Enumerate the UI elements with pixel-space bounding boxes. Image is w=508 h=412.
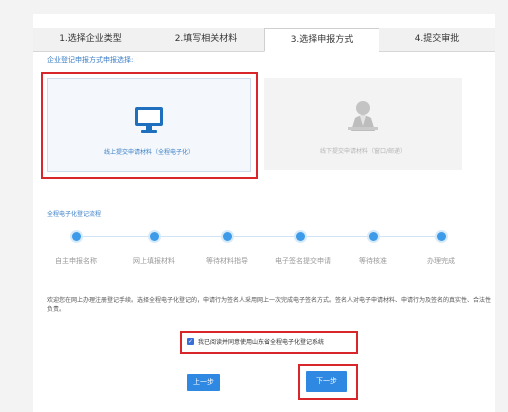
flow-step-dot [150,232,159,241]
flow-step-label: 等待核准 [359,257,387,265]
flow-step-label: 等待材料指导 [206,257,248,265]
next-button-highlight [298,364,358,400]
flow-step-label: 网上填报材料 [133,257,175,265]
flow-step-dot [223,232,232,241]
tab-choose-method[interactable]: 3.选择申报方式 [264,28,380,52]
online-option-highlight [41,72,258,179]
agreement-highlight [180,331,358,354]
notice-text: 欢迎您在网上办理注册登记手续。选择全程电子化登记的，申请行为签名人采用网上一次完… [47,297,492,313]
flow-line [76,236,442,237]
section-title: 企业登记申报方式申报选择: [47,56,134,64]
flow-step-dot [296,232,305,241]
step-tabs: 1.选择企业类型 2.填写相关材料 3.选择申报方式 4.提交审批 [33,28,495,52]
offline-submit-option[interactable]: 线下提交申请材料（窗口/邮递） [264,78,462,170]
tab-fill-materials[interactable]: 2.填写相关材料 [148,28,264,52]
tab-submit-approval[interactable]: 4.提交审批 [379,28,495,52]
flow-step-dot [437,232,446,241]
flow-step-label: 电子签名提交申请 [275,257,331,265]
tab-company-type[interactable]: 1.选择企业类型 [33,28,148,52]
flow-step-dot [72,232,81,241]
flow-step-label: 自主申报名称 [55,257,97,265]
flow-step-dot [369,232,378,241]
flow-step-label: 办理完成 [427,257,455,265]
prev-button[interactable]: 上一步 [187,374,220,391]
flow-title: 全程电子化登记流程 [47,211,102,218]
clerk-icon [344,98,382,136]
offline-option-label: 线下提交申请材料（窗口/邮递） [319,148,407,155]
